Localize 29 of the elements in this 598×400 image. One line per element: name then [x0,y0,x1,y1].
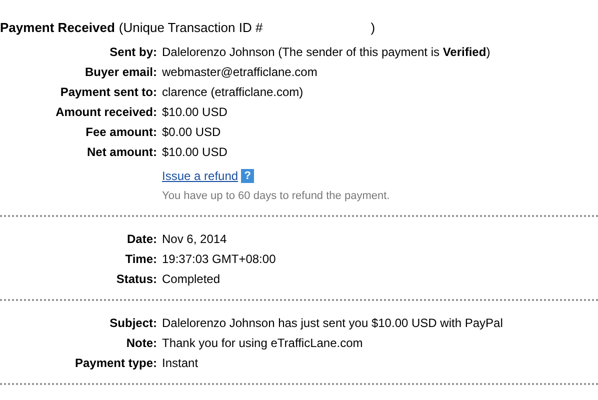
field-label: Net amount: [86,144,157,161]
field-value: Dalelorenzo Johnson (The sender of this payment is Verified) [162,44,490,61]
field-label: Date: [126,230,157,248]
refund-link[interactable]: Issue a refund [162,167,238,185]
field-label: Sent by: [108,44,157,61]
field-label: Note: [125,334,157,352]
field-value: 19:37:03 GMT+08:00 [162,250,276,268]
field-label: Amount received: [54,104,157,121]
field-label: Time: [124,250,157,268]
field-value: Instant [162,354,198,372]
field-value: clarence (etrafficlane.com) [162,84,304,101]
field-value: $10.00 USD [162,104,228,121]
field-value: webmaster@etrafficlane.com [162,64,318,81]
field-label: Fee amount: [84,124,157,141]
field-value: $0.00 USD [162,124,221,141]
refund-note: You have up to 60 days to refund the payment. [162,189,391,204]
field-value: $10.00 USD [162,144,228,161]
field-label: Status: [115,270,157,288]
field-label: Buyer email: [84,64,157,81]
field-value: Dalelorenzo Johnson has just sent you $10.00 USD with PayPal [162,314,503,332]
field-value: Thank you for using eTrafficLane.com [162,334,363,352]
field-label: Payment type: [74,354,157,372]
field-label: Subject: [108,314,157,332]
field-value: Completed [162,270,220,288]
transaction-id-label: (Unique Transaction ID # [118,19,263,38]
field-label: Payment sent to: [59,84,157,101]
payment-title: Payment Received [0,19,115,38]
field-value: Nov 6, 2014 [162,230,227,248]
closing-parenthesis: ) [370,19,376,38]
